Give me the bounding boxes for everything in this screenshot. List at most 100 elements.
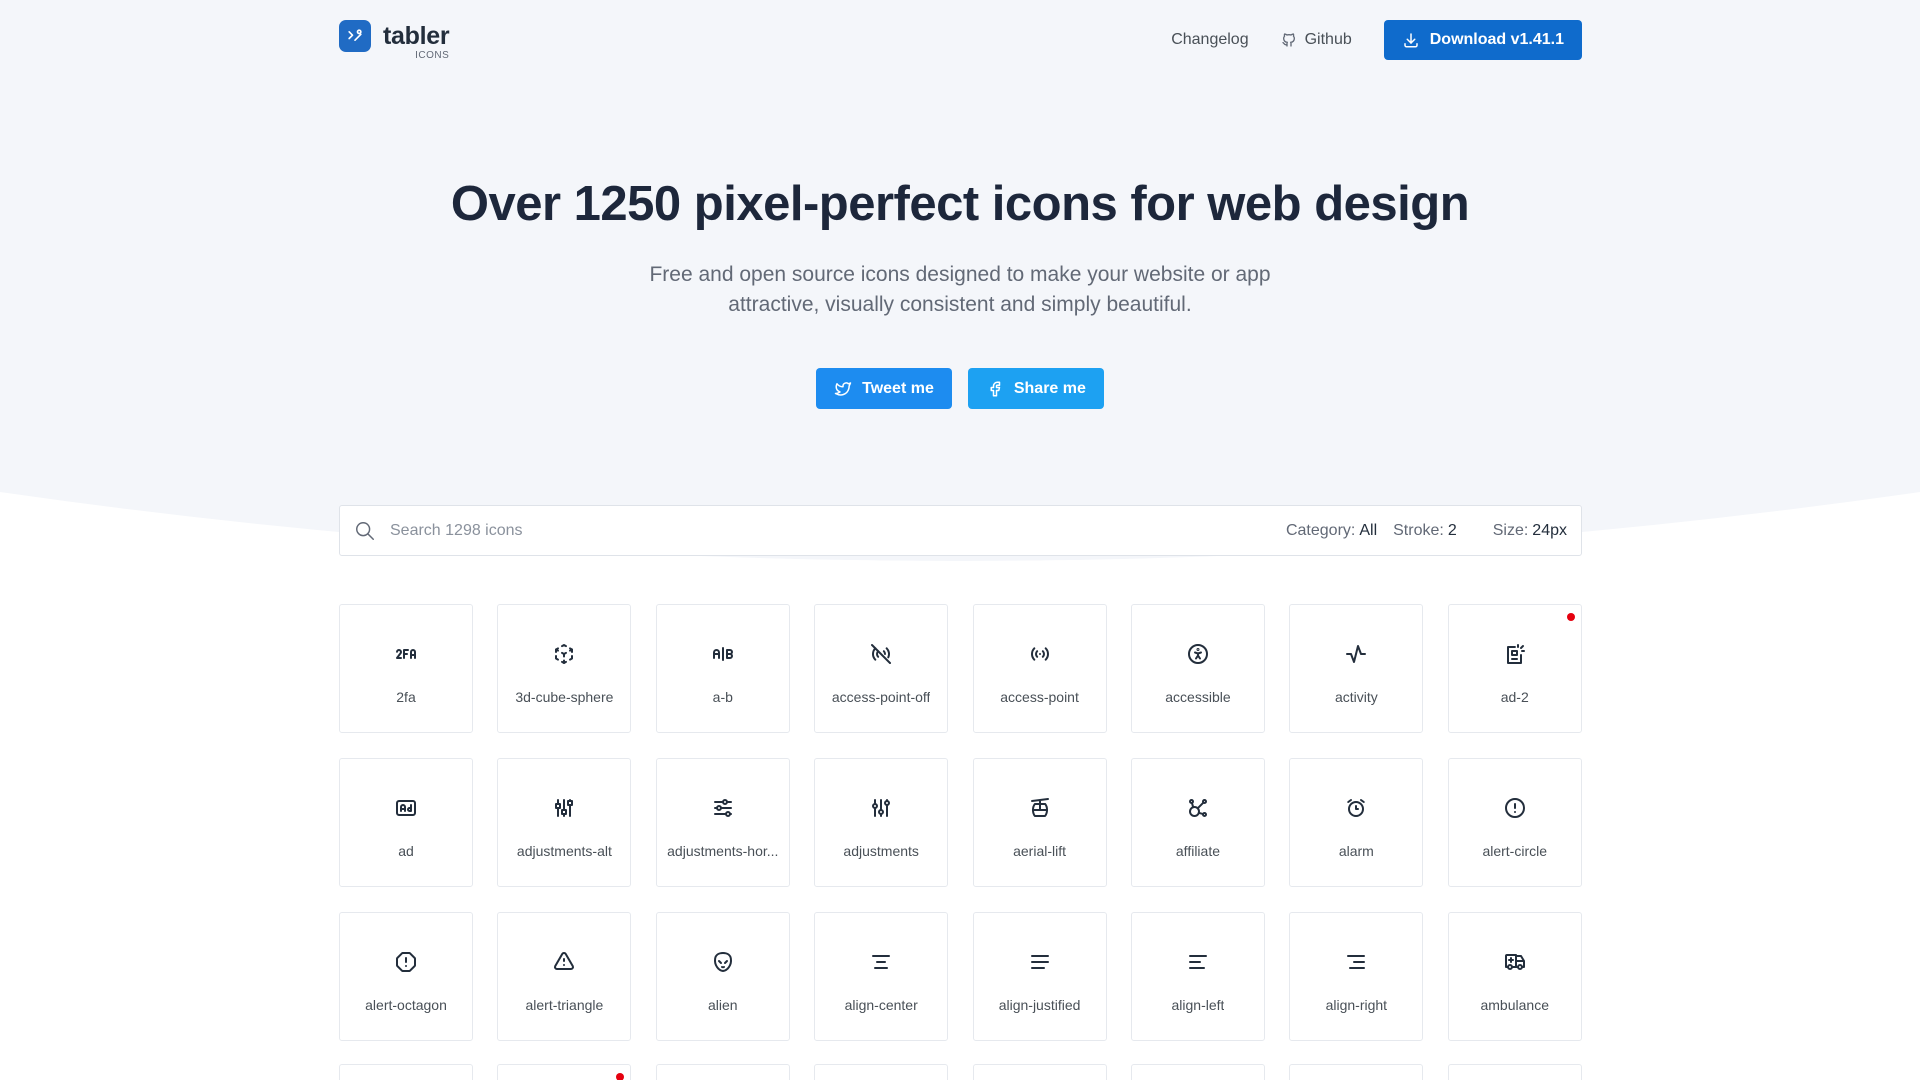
- icon-card-label: align-left: [1171, 997, 1225, 1013]
- icon-grid: 2fa 3d-cube-sphere a-b access-point-off acce…: [339, 604, 1582, 1041]
- facebook-icon: [986, 380, 1004, 398]
- icon-card-access-point[interactable]: access-point: [972, 604, 1107, 733]
- brand-logo-link[interactable]: tabler ICONS: [339, 19, 450, 61]
- icon-card-affiliate[interactable]: affiliate: [1130, 758, 1265, 887]
- icon-card[interactable]: [1130, 1064, 1265, 1080]
- icon-card-adjustments-hor[interactable]: adjustments-hor...: [655, 758, 790, 887]
- ad-icon: [394, 796, 418, 820]
- changelog-link[interactable]: Changelog: [1171, 31, 1248, 49]
- tweet-button[interactable]: Tweet me: [816, 368, 952, 409]
- access-point-icon: [1028, 642, 1052, 666]
- stroke-filter[interactable]: Stroke: 2: [1393, 522, 1457, 540]
- icon-card-label: ad-2: [1500, 689, 1529, 705]
- 3d-cube-sphere-icon: [552, 642, 576, 666]
- icon-card-ad-2[interactable]: ad-2: [1447, 604, 1582, 733]
- size-label: Size:: [1492, 521, 1529, 539]
- share-label: Share me: [1013, 379, 1086, 397]
- icon-card-alien[interactable]: alien: [655, 912, 790, 1041]
- category-label: Category:: [1285, 521, 1356, 539]
- github-icon: [1281, 32, 1297, 48]
- github-label: Github: [1304, 31, 1352, 48]
- icon-card-adjustments[interactable]: adjustments: [814, 758, 949, 887]
- download-label: Download v1.41.1: [1429, 31, 1564, 48]
- icon-card-2fa[interactable]: 2fa: [339, 604, 473, 733]
- icon-grid-next-row: [339, 1064, 1582, 1080]
- icon-card-a-b[interactable]: a-b: [655, 604, 790, 733]
- a-b-icon: [711, 642, 735, 666]
- access-point-off-icon: [869, 642, 893, 666]
- adjustments-icon: [869, 796, 893, 820]
- icon-card-label: alert-octagon: [365, 997, 447, 1013]
- ad-2-icon: [1503, 642, 1527, 666]
- brand-name: tabler: [383, 21, 450, 50]
- icon-card-align-justified[interactable]: align-justified: [972, 912, 1107, 1041]
- icon-card-activity[interactable]: activity: [1289, 604, 1424, 733]
- changelog-label: Changelog: [1171, 31, 1249, 48]
- icon-card[interactable]: [972, 1064, 1107, 1080]
- icon-card-label: adjustments-hor...: [667, 843, 779, 859]
- icon-card-align-left[interactable]: align-left: [1130, 912, 1265, 1041]
- align-right-icon: [1344, 950, 1368, 974]
- accessible-icon: [1186, 642, 1210, 666]
- icon-card-align-center[interactable]: align-center: [814, 912, 949, 1041]
- icon-card-label: ad: [398, 843, 414, 859]
- icon-card-label: a-b: [712, 689, 733, 705]
- tweet-label: Tweet me: [862, 379, 934, 397]
- icon-card-label: align-right: [1325, 997, 1388, 1013]
- icon-card-align-right[interactable]: align-right: [1289, 912, 1424, 1041]
- icon-card-label: aerial-lift: [1013, 843, 1067, 859]
- icon-card-accessible[interactable]: accessible: [1130, 604, 1265, 733]
- icon-card-alert-circle[interactable]: alert-circle: [1447, 758, 1582, 887]
- icon-card-access-point-off[interactable]: access-point-off: [814, 604, 949, 733]
- brand-subtitle: ICONS: [415, 49, 450, 61]
- ambulance-icon: [1503, 950, 1527, 974]
- icon-card-label: ambulance: [1480, 997, 1549, 1013]
- icon-card-ad[interactable]: ad: [339, 758, 473, 887]
- icon-card-label: align-justified: [998, 997, 1081, 1013]
- icon-card[interactable]: [497, 1064, 632, 1080]
- icon-card-label: activity: [1334, 689, 1378, 705]
- icon-card[interactable]: [655, 1064, 790, 1080]
- align-left-icon: [1186, 950, 1210, 974]
- affiliate-icon: [1186, 796, 1210, 820]
- icon-card-label: 2fa: [396, 689, 416, 705]
- icon-card-label: alert-triangle: [525, 997, 604, 1013]
- stroke-value: 2: [1447, 521, 1457, 539]
- icon-card-label: 3d-cube-sphere: [515, 689, 614, 705]
- size-filter[interactable]: Size: 24px: [1493, 522, 1567, 540]
- share-button[interactable]: Share me: [967, 368, 1104, 409]
- page-title: Over 1250 pixel-perfect icons for web de…: [450, 177, 1470, 231]
- icon-card-3d-cube-sphere[interactable]: 3d-cube-sphere: [497, 604, 632, 733]
- new-badge: [1566, 613, 1575, 621]
- nav-links: Changelog Github Download v1.41.1: [1171, 20, 1582, 60]
- activity-icon: [1344, 642, 1368, 666]
- tabler-logo-icon: [339, 19, 371, 52]
- category-value: All: [1359, 521, 1378, 539]
- download-button[interactable]: Download v1.41.1: [1383, 20, 1582, 60]
- icon-card-label: accessible: [1165, 689, 1231, 705]
- icon-card[interactable]: [1289, 1064, 1424, 1080]
- icon-card-adjustments-alt[interactable]: adjustments-alt: [497, 758, 632, 887]
- icon-card-alert-triangle[interactable]: alert-triangle: [497, 912, 632, 1041]
- github-link[interactable]: Github: [1281, 31, 1352, 49]
- icon-card[interactable]: [339, 1064, 473, 1080]
- alarm-icon: [1344, 796, 1368, 820]
- search-bar: Category: All Stroke: 2 Size: 24px: [339, 505, 1582, 556]
- icon-card-aerial-lift[interactable]: aerial-lift: [972, 758, 1107, 887]
- icon-card-alarm[interactable]: alarm: [1289, 758, 1424, 887]
- icon-card-alert-octagon[interactable]: alert-octagon: [339, 912, 473, 1041]
- icon-card[interactable]: [814, 1064, 949, 1080]
- stroke-label: Stroke:: [1393, 521, 1444, 539]
- size-value: 24px: [1532, 521, 1567, 539]
- search-input[interactable]: [390, 521, 1286, 540]
- icon-card-label: affiliate: [1175, 843, 1220, 859]
- alert-triangle-icon: [552, 950, 576, 974]
- search-icon: [354, 520, 376, 542]
- icon-card-ambulance[interactable]: ambulance: [1447, 912, 1582, 1041]
- share-buttons: Tweet me Share me: [0, 368, 1920, 409]
- icon-card-label: adjustments: [843, 843, 919, 859]
- alert-octagon-icon: [394, 950, 418, 974]
- new-badge: [616, 1073, 625, 1080]
- category-filter[interactable]: Category: All: [1286, 522, 1377, 540]
- icon-card[interactable]: [1447, 1064, 1582, 1080]
